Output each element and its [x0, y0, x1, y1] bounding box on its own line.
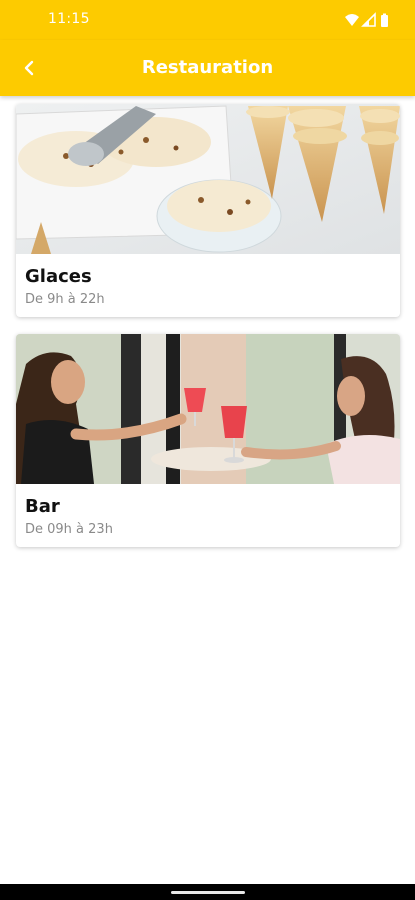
venue-hours: De 09h à 23h — [25, 522, 113, 537]
wifi-icon — [345, 14, 359, 26]
venue-list: Glaces De 9h à 22h Bar De 09h à 23h — [16, 104, 400, 564]
bar-cocktails-photo — [16, 334, 400, 484]
status-icons — [345, 12, 388, 27]
battery-icon — [381, 13, 388, 27]
system-nav-bar — [0, 884, 415, 900]
venue-hours: De 9h à 22h — [25, 292, 105, 307]
page-title: Restauration — [141, 57, 274, 78]
venue-card-bar[interactable]: Bar De 09h à 23h — [16, 334, 400, 547]
app-bar: Restauration — [0, 40, 415, 96]
ice-cream-photo — [16, 104, 400, 254]
status-time: 11:15 — [48, 11, 90, 27]
venue-title: Bar — [25, 496, 60, 517]
venue-title: Glaces — [25, 266, 92, 287]
home-gesture-handle[interactable] — [171, 891, 245, 894]
signal-icon — [361, 12, 376, 27]
venue-card-glaces[interactable]: Glaces De 9h à 22h — [16, 104, 400, 317]
status-bar: 11:15 — [0, 0, 415, 40]
